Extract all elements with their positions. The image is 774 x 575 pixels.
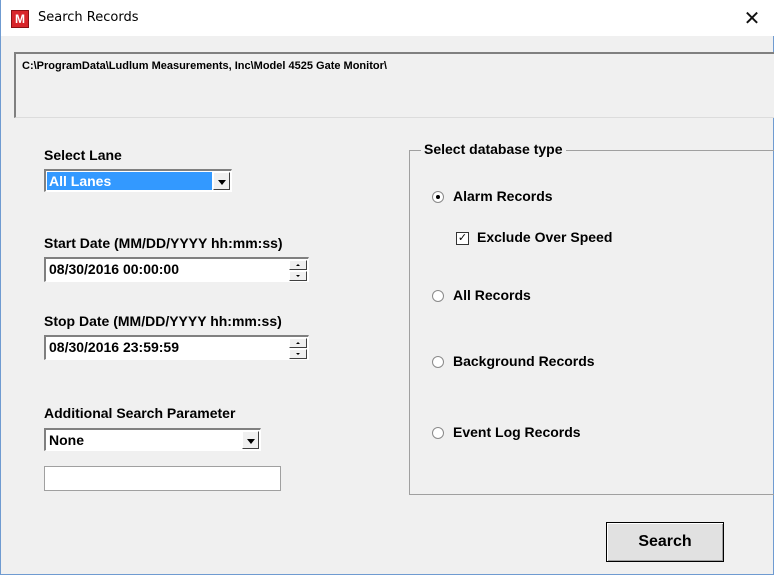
alarm-records-radio[interactable] xyxy=(432,191,444,203)
exclude-over-speed-label[interactable]: Exclude Over Speed xyxy=(477,229,612,245)
spin-up-icon[interactable] xyxy=(289,338,307,348)
all-records-radio[interactable] xyxy=(432,290,444,302)
additional-param-value: None xyxy=(49,432,84,448)
chevron-down-icon[interactable] xyxy=(213,172,230,190)
additional-param-dropdown[interactable]: None xyxy=(44,428,261,451)
stop-date-spinner[interactable] xyxy=(289,338,307,359)
select-lane-label: Select Lane xyxy=(44,147,122,163)
exclude-over-speed-checkbox[interactable]: ✓ xyxy=(456,232,469,245)
title-bar[interactable]: M Search Records ✕ xyxy=(1,0,774,36)
start-date-spinner[interactable] xyxy=(289,260,307,281)
stop-date-value: 08/30/2016 23:59:59 xyxy=(49,339,179,355)
close-button[interactable]: ✕ xyxy=(729,0,774,36)
path-text: C:\ProgramData\Ludlum Measurements, Inc\… xyxy=(22,60,387,72)
background-records-radio[interactable] xyxy=(432,356,444,368)
all-records-label[interactable]: All Records xyxy=(453,287,531,303)
start-date-value: 08/30/2016 00:00:00 xyxy=(49,261,179,277)
window-title: Search Records xyxy=(38,10,139,25)
database-type-title: Select database type xyxy=(421,141,566,157)
alarm-records-label[interactable]: Alarm Records xyxy=(453,188,553,204)
start-date-label: Start Date (MM/DD/YYYY hh:mm:ss) xyxy=(44,235,283,251)
path-display: C:\ProgramData\Ludlum Measurements, Inc\… xyxy=(14,52,774,118)
background-records-label[interactable]: Background Records xyxy=(453,353,595,369)
event-log-records-radio[interactable] xyxy=(432,427,444,439)
stop-date-field[interactable]: 08/30/2016 23:59:59 xyxy=(44,335,309,360)
spin-up-icon[interactable] xyxy=(289,260,307,270)
spin-down-icon[interactable] xyxy=(289,349,307,359)
search-records-window: M Search Records ✕ C:\ProgramData\Ludlum… xyxy=(0,0,774,575)
lane-dropdown[interactable]: All Lanes xyxy=(44,169,232,192)
start-date-field[interactable]: 08/30/2016 00:00:00 xyxy=(44,257,309,282)
lane-dropdown-value: All Lanes xyxy=(47,172,212,190)
event-log-records-label[interactable]: Event Log Records xyxy=(453,424,581,440)
additional-param-label: Additional Search Parameter xyxy=(44,405,236,421)
chevron-down-icon[interactable] xyxy=(242,431,259,449)
app-logo-icon: M xyxy=(11,10,29,28)
additional-param-input[interactable] xyxy=(44,466,281,491)
stop-date-label: Stop Date (MM/DD/YYYY hh:mm:ss) xyxy=(44,313,282,329)
search-button[interactable]: Search xyxy=(606,522,724,562)
spin-down-icon[interactable] xyxy=(289,271,307,281)
